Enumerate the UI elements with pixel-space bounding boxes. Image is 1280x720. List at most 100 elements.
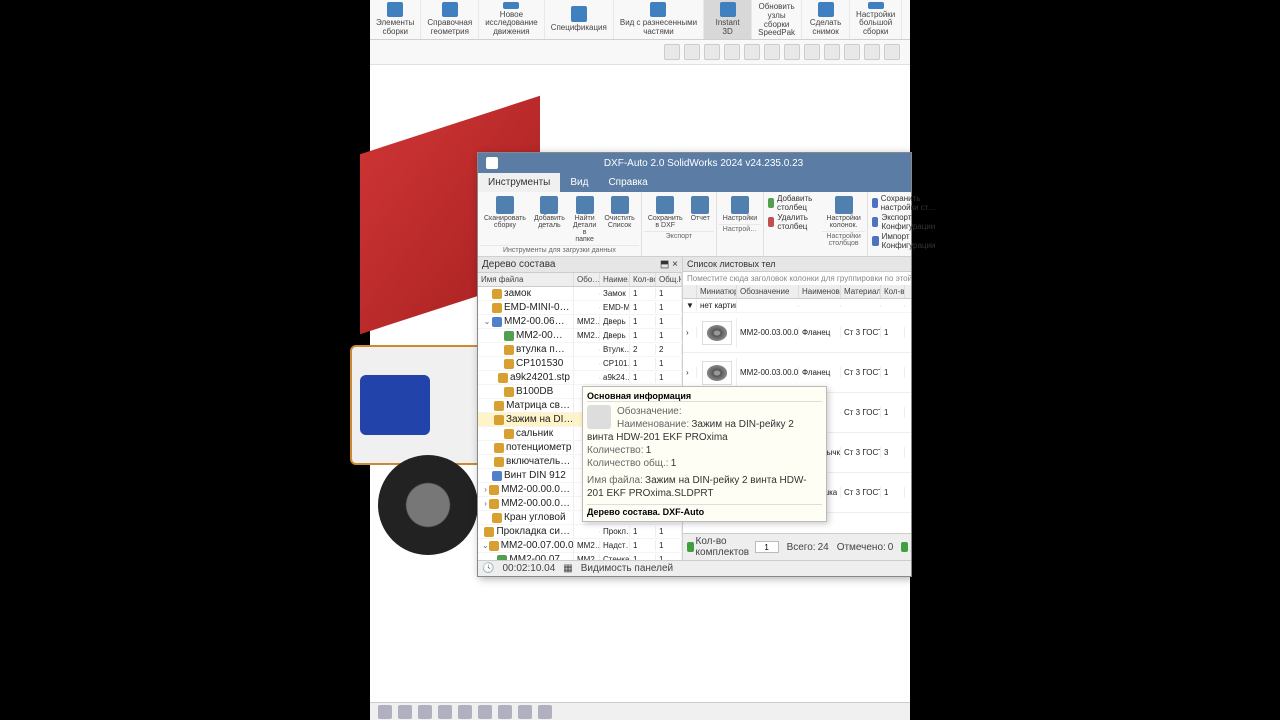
panel-pin-icon[interactable]: ⬒ × [660,259,678,270]
ribbon-button[interactable]: Настройкиколонок. [822,194,864,231]
tree-row[interactable]: замокЗамок11 [478,287,682,301]
status-icon[interactable] [438,705,452,719]
ht-btn[interactable] [824,44,840,60]
ribbon-button[interactable]: Настройки [719,194,761,224]
cell: Фланец [799,367,841,378]
ht-btn[interactable] [884,44,900,60]
tree-row[interactable]: ⌄ММ2-00.07.00.0ММ2…Надст…11 [478,539,682,553]
tt-file-label: Имя файла: [587,475,643,486]
status-icon[interactable] [518,705,532,719]
tree-row[interactable]: CP101530CP101…11 [478,357,682,371]
expander-icon[interactable]: › [683,367,697,378]
ribbon-button[interactable]: Новоеисследованиедвижения [479,0,544,39]
tab-tools[interactable]: Инструменты [478,173,560,192]
expander-icon[interactable]: ⌄ [482,541,489,550]
tree-row[interactable]: ⌄ММ2-00.06…ММ2…Дверь11 [478,315,682,329]
ribbon-button[interactable]: Настройкибольшойсборки [850,0,902,39]
cell: Фланец [799,327,841,338]
item-name: включатель… [506,456,570,467]
status-icon[interactable] [398,705,412,719]
ribbon-label: ОбновитьузлысборкиSpeedPak [758,3,795,38]
button-label: Сканироватьсборку [484,215,526,229]
tree-row[interactable]: a9k24201.stpa9k24…11 [478,371,682,385]
status-icon[interactable] [378,705,392,719]
ht-btn[interactable] [744,44,760,60]
ribbon-button[interactable]: Сделатьснимок [802,0,850,39]
tab-view[interactable]: Вид [560,173,598,192]
ribbon-button[interactable]: Отчет [687,194,714,231]
ribbon-button[interactable]: ОбновитьузлысборкиSpeedPak [752,0,802,39]
column-header[interactable]: Обо… [574,273,600,286]
tree-row[interactable]: ММ2-00.07…ММ2…Стенка11 [478,553,682,560]
filter-icon[interactable]: ▼ [683,300,697,311]
ribbon-button[interactable]: Сканироватьсборку [480,194,530,245]
status-icon[interactable] [458,705,472,719]
column-header[interactable]: Наиме… [600,273,630,286]
column-header[interactable]: Наименова… [799,285,841,298]
group-hint: Поместите сюда заголовок колонки для гру… [683,272,911,285]
panels-icon[interactable]: ▦ [563,563,572,574]
column-header[interactable]: Общ.К… [656,273,682,286]
total-value: 24 [818,542,829,553]
group-label: Настройки столбцов [822,231,864,247]
panels-visibility[interactable]: Видимость панелей [581,563,673,574]
column-header[interactable] [683,285,697,298]
side-link[interactable]: Экспорт Конфигурации [872,213,939,231]
ht-btn[interactable] [784,44,800,60]
status-icon[interactable] [478,705,492,719]
status-icon[interactable] [538,705,552,719]
sheet-panel-title: Список листовых тел [683,257,911,272]
ribbon-button[interactable]: Сохранитьв DXF [644,194,687,231]
ht-btn[interactable] [844,44,860,60]
tab-help[interactable]: Справка [598,173,657,192]
side-link[interactable]: Сохранить настройки ст… [872,194,939,212]
tree-row[interactable]: Прокладка си…Прокл…11 [478,525,682,539]
ht-btn[interactable] [704,44,720,60]
column-header[interactable]: Кол-во [630,273,656,286]
ht-btn[interactable] [724,44,740,60]
ribbon-button[interactable]: Вид с разнесеннымичастями [614,0,704,39]
tree-header: Имя файлаОбо…Наиме…Кол-воОбщ.К… [478,273,682,287]
column-header[interactable]: Материал [841,285,881,298]
item-icon [492,471,502,481]
side-link[interactable]: Удалить столбец [768,213,816,231]
ribbon-button[interactable]: Справочнаягеометрия [421,0,479,39]
sheet-row[interactable]: ▼нет картин… [683,299,911,313]
button-icon [691,196,709,214]
ht-btn[interactable] [764,44,780,60]
link-icon [768,217,774,227]
item-icon [489,485,499,495]
expander-icon[interactable]: ⌄ [482,317,492,326]
status-icon[interactable] [498,705,512,719]
expander-icon[interactable]: › [683,327,697,338]
side-link[interactable]: Импорт Конфигурации [872,232,939,250]
status-icon[interactable] [418,705,432,719]
app-icon [486,157,498,169]
expander-icon[interactable]: › [482,499,489,508]
column-header[interactable]: Кол-во [881,285,905,298]
ribbon-button[interactable]: Instant3D [704,0,752,39]
sheet-row[interactable]: ›ММ2-00.03.00.01ФланецСт 3 ГОСТ …1 [683,313,911,353]
ribbon-button[interactable]: Элементысборки [370,0,421,39]
ribbon-icon [503,2,519,9]
column-header[interactable]: Обозначение [737,285,799,298]
ribbon-button[interactable]: ОчиститьСписок [600,194,638,245]
item-name: CP101530 [516,358,563,369]
kits-input[interactable] [755,541,779,553]
dialog-titlebar[interactable]: DXF-Auto 2.0 SolidWorks 2024 v24.235.0.2… [478,153,911,173]
dialog-title: DXF-Auto 2.0 SolidWorks 2024 v24.235.0.2… [504,158,903,169]
tree-row[interactable]: EMD-MINI-0…EMD-M…11 [478,301,682,315]
ht-btn[interactable] [664,44,680,60]
column-header[interactable]: Имя файла [478,273,574,286]
expander-icon[interactable]: › [482,485,489,494]
ht-btn[interactable] [864,44,880,60]
ht-btn[interactable] [684,44,700,60]
side-link[interactable]: Добавить столбец [768,194,816,212]
ribbon-button[interactable]: Спецификация [545,0,614,39]
tree-row[interactable]: втулка п…Втулк…22 [478,343,682,357]
ribbon-button[interactable]: Добавитьдеталь [530,194,569,245]
ribbon-button[interactable]: Найти Деталив папке [569,194,600,245]
column-header[interactable]: Миниатюра [697,285,737,298]
tree-row[interactable]: ММ2-00…ММ2…Дверь11 [478,329,682,343]
ht-btn[interactable] [804,44,820,60]
